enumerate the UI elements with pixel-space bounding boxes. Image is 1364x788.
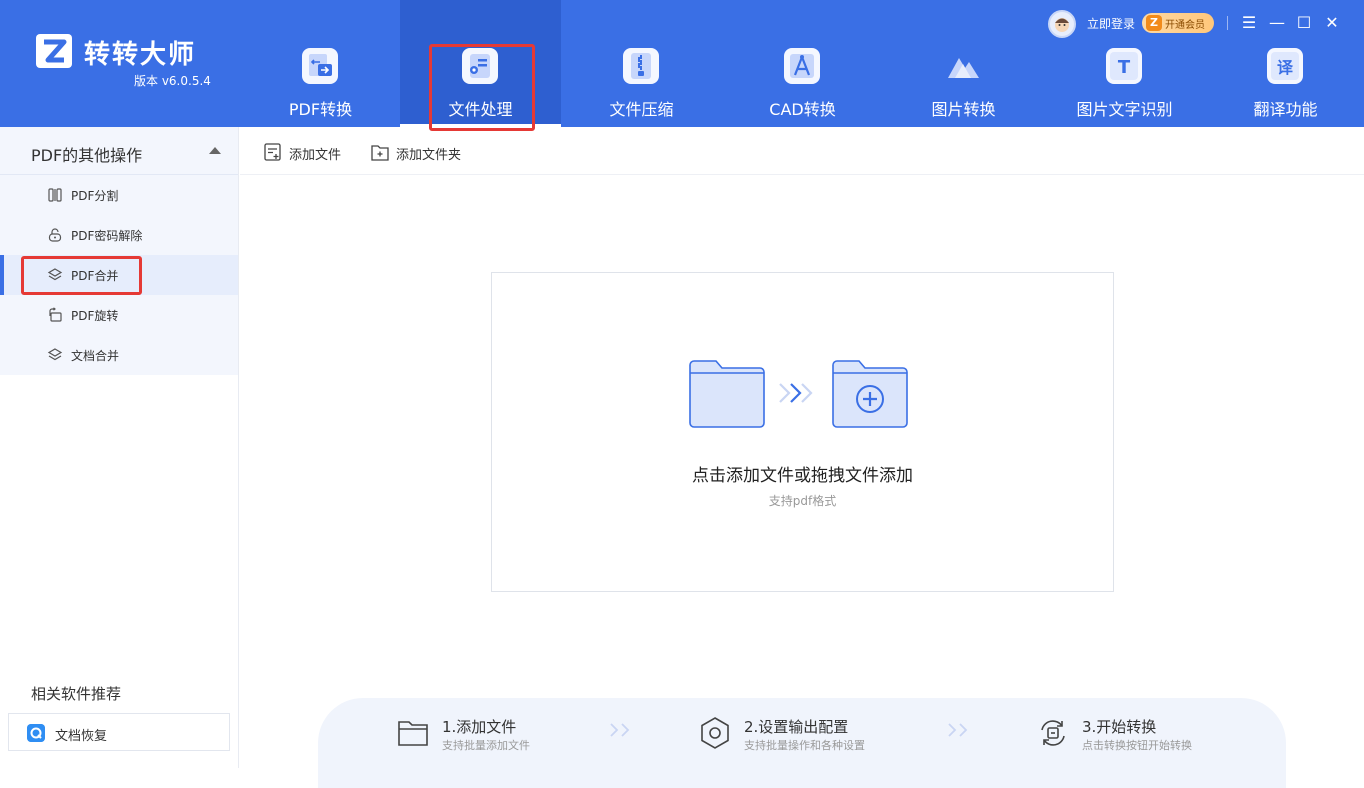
nav-item-cad-convert[interactable]: CAD转换 xyxy=(722,0,883,127)
split-icon xyxy=(48,188,62,202)
nav-label: CAD转换 xyxy=(769,100,836,119)
chevrons-right-icon xyxy=(610,723,630,737)
add-file-button[interactable]: 添加文件 xyxy=(263,141,353,163)
add-file-icon xyxy=(264,143,281,161)
translate-icon: 译 xyxy=(1267,48,1303,84)
nav-label: 图片文字识别 xyxy=(1076,100,1173,119)
vip-label: 开通会员 xyxy=(1165,20,1205,31)
folder-add-icon xyxy=(832,360,908,428)
sidebar-section-header[interactable]: PDF的其他操作 xyxy=(0,127,238,175)
convert-icon xyxy=(1041,720,1065,746)
sidebar-item-doc-merge[interactable]: 文档合并 xyxy=(0,335,238,375)
sidebar-item-label: PDF密码解除 xyxy=(71,229,143,243)
nav-label: 文件处理 xyxy=(448,100,513,119)
step-desc: 支持批量操作和各种设置 xyxy=(744,739,865,752)
user-avatar[interactable] xyxy=(1048,10,1076,38)
step-title: 3.开始转换 xyxy=(1082,718,1157,736)
nav-item-image-convert[interactable]: 图片转换 xyxy=(883,0,1044,127)
sidebar-section: PDF的其他操作 PDF分割 PDF密码解除 PDF合并 PDF旋转 文档合并 xyxy=(0,127,238,375)
recommend-item-doc-recovery[interactable]: 文档恢复 xyxy=(8,713,230,751)
file-process-icon xyxy=(462,48,498,84)
nav-item-file-process[interactable]: 文件处理 xyxy=(400,0,561,127)
maximize-icon[interactable]: ☐ xyxy=(1292,10,1316,36)
recommend-title: 相关软件推荐 xyxy=(31,685,122,703)
nav-item-pdf-convert[interactable]: PDF转换 xyxy=(240,0,401,127)
step-desc: 点击转换按钮开始转换 xyxy=(1082,739,1192,752)
sidebar-item-label: PDF合并 xyxy=(71,269,119,283)
step-title: 2.设置输出配置 xyxy=(744,718,849,736)
layers-icon xyxy=(47,268,63,281)
app-header: 转转大师 版本 v6.0.5.4 PDF转换 文件处理 文件压缩 CAD转换 图… xyxy=(0,0,1364,131)
image-mountain-icon xyxy=(945,48,981,84)
chevrons-right-icon xyxy=(948,723,968,737)
sidebar-item-label: 文档合并 xyxy=(71,349,120,363)
sidebar-item-pdf-split[interactable]: PDF分割 xyxy=(0,175,238,215)
steps-bar: 1.添加文件 支持批量添加文件 2.设置输出配置 支持批量操作和各种设置 3.开… xyxy=(318,698,1286,788)
vip-button[interactable]: Z 开通会员 xyxy=(1142,13,1214,33)
toolbar: 添加文件 添加文件夹 xyxy=(240,127,1364,175)
sidebar-item-pdf-rotate[interactable]: PDF旋转 xyxy=(0,295,238,335)
add-folder-icon xyxy=(371,145,389,161)
menu-icon[interactable]: ☰ xyxy=(1237,10,1261,36)
step-desc: 支持批量添加文件 xyxy=(442,739,530,752)
ocr-t-icon: T xyxy=(1106,48,1142,84)
add-file-label: 添加文件 xyxy=(289,148,342,163)
nav-label: 文件压缩 xyxy=(609,100,674,119)
settings-icon xyxy=(701,717,729,749)
unlock-icon xyxy=(48,228,62,242)
drop-zone-subtitle: 支持pdf格式 xyxy=(768,494,837,508)
sidebar-item-pdf-merge[interactable]: PDF合并 xyxy=(0,255,238,295)
svg-text:T: T xyxy=(1118,57,1131,78)
app-version: 版本 v6.0.5.4 xyxy=(134,74,211,88)
rotate-icon xyxy=(49,307,62,322)
sidebar: PDF的其他操作 PDF分割 PDF密码解除 PDF合并 PDF旋转 文档合并 … xyxy=(0,127,239,768)
nav-label: 翻译功能 xyxy=(1253,100,1318,119)
zip-icon xyxy=(623,48,659,84)
sidebar-item-label: PDF旋转 xyxy=(71,309,119,323)
vip-icon: Z xyxy=(1146,15,1162,31)
layers-icon xyxy=(47,348,63,361)
app-logo-icon xyxy=(36,34,72,68)
login-link[interactable]: 立即登录 xyxy=(1087,15,1135,32)
folder-icon xyxy=(398,721,428,746)
nav-item-file-compress[interactable]: 文件压缩 xyxy=(561,0,722,127)
drop-zone-title: 点击添加文件或拖拽文件添加 xyxy=(692,466,913,486)
window-controls-divider xyxy=(1227,16,1228,30)
step-title: 1.添加文件 xyxy=(442,718,517,736)
add-folder-button[interactable]: 添加文件夹 xyxy=(370,141,475,163)
svg-text:译: 译 xyxy=(1277,58,1294,77)
recovery-app-icon xyxy=(27,724,45,742)
recommend-item-label: 文档恢复 xyxy=(55,729,108,744)
minimize-icon[interactable]: — xyxy=(1265,10,1289,36)
close-icon[interactable]: ✕ xyxy=(1320,10,1344,36)
cad-icon xyxy=(784,48,820,84)
chevrons-right-icon xyxy=(779,383,813,403)
drop-illustration xyxy=(689,360,908,428)
nav-label: 图片转换 xyxy=(931,100,996,119)
folder-icon xyxy=(689,360,765,428)
add-folder-label: 添加文件夹 xyxy=(396,148,462,163)
sidebar-section-title: PDF的其他操作 xyxy=(31,146,143,165)
caret-up-icon xyxy=(209,147,221,154)
sidebar-item-pdf-unlock[interactable]: PDF密码解除 xyxy=(0,215,238,255)
pdf-convert-icon xyxy=(302,48,338,84)
sidebar-item-label: PDF分割 xyxy=(71,189,119,203)
file-drop-zone[interactable]: 点击添加文件或拖拽文件添加 支持pdf格式 xyxy=(491,272,1114,592)
nav-label: PDF转换 xyxy=(288,100,353,119)
app-name: 转转大师 xyxy=(84,40,197,70)
